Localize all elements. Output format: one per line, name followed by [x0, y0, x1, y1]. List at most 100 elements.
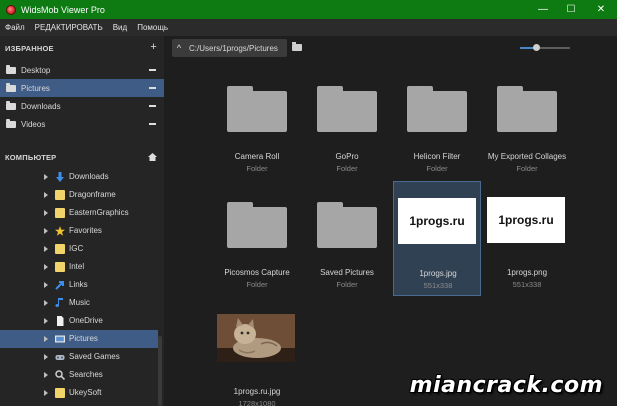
item-dimensions: 1728x1080: [238, 399, 276, 406]
menu-bar: Файл РЕДАКТИРОВАТЬ Вид Помощь: [0, 19, 617, 36]
folder-icon: [55, 208, 65, 218]
expand-arrow-icon[interactable]: [44, 336, 48, 342]
expand-arrow-icon[interactable]: [44, 246, 48, 252]
tree-item-label: IGC: [69, 244, 84, 253]
folder-tile-saved-pictures[interactable]: Saved Pictures Folder: [303, 196, 391, 312]
up-folder-button[interactable]: ^: [172, 39, 186, 57]
folder-icon: [407, 86, 467, 132]
favorite-item-videos[interactable]: Videos: [0, 115, 164, 133]
item-name: Camera Roll: [234, 152, 280, 161]
item-type: Folder: [246, 164, 268, 173]
folder-icon: [6, 118, 16, 128]
menu-file[interactable]: Файл: [5, 23, 25, 32]
tree-item-music[interactable]: Music: [0, 294, 158, 312]
home-icon[interactable]: [148, 153, 157, 161]
menu-edit[interactable]: РЕДАКТИРОВАТЬ: [35, 23, 103, 32]
expand-arrow-icon[interactable]: [44, 390, 48, 396]
zoom-slider[interactable]: [520, 44, 570, 51]
tree-item-searches[interactable]: Searches: [0, 366, 158, 384]
tree-item-onedrive[interactable]: OneDrive: [0, 312, 158, 330]
favorite-item-downloads[interactable]: Downloads: [0, 97, 164, 115]
folder-tile-helicon-filter[interactable]: Helicon Filter Folder: [393, 80, 481, 196]
add-favorite-button[interactable]: +: [150, 41, 157, 53]
menu-help[interactable]: Помощь: [137, 23, 168, 32]
maximize-button[interactable]: ☐: [557, 0, 585, 19]
title-bar: WidsMob Viewer Pro — ☐ ✕: [0, 0, 617, 19]
expand-arrow-icon[interactable]: [44, 282, 48, 288]
folder-icon: [227, 202, 287, 248]
sidebar: ИЗБРАННОЕ + Desktop Pictures Downloads V…: [0, 36, 164, 406]
expand-arrow-icon[interactable]: [44, 372, 48, 378]
close-button[interactable]: ✕: [585, 0, 617, 19]
favorite-item-pictures[interactable]: Pictures: [0, 79, 164, 97]
tree-item-label: Music: [69, 298, 90, 307]
item-name: 1progs.jpg: [419, 269, 457, 278]
expand-arrow-icon[interactable]: [44, 318, 48, 324]
browse-folder-icon[interactable]: [292, 42, 302, 51]
music-note-icon: [55, 298, 63, 308]
image-tile-1progs-ru-jpg[interactable]: 1progs.ru.jpg 1728x1080: [213, 306, 301, 406]
item-type: Folder: [336, 280, 358, 289]
remove-favorite-icon[interactable]: [149, 123, 156, 125]
tree-item-label: Pictures: [69, 334, 98, 343]
tree-item-saved-games[interactable]: Saved Games: [0, 348, 158, 366]
tree-item-dragonframe[interactable]: Dragonframe: [0, 186, 158, 204]
tree-item-links[interactable]: Links: [0, 276, 158, 294]
expand-arrow-icon[interactable]: [44, 192, 48, 198]
image-thumbnail: 1progs.ru: [398, 198, 476, 244]
tree-item-easterngraphics[interactable]: EasternGraphics: [0, 204, 158, 222]
folder-icon: [317, 86, 377, 132]
expand-arrow-icon[interactable]: [44, 174, 48, 180]
image-tile-1progs-jpg[interactable]: 1progs.ru 1progs.jpg 551x338: [393, 181, 481, 296]
tree-item-intel[interactable]: Intel: [0, 258, 158, 276]
expand-arrow-icon[interactable]: [44, 300, 48, 306]
toolbar: ^ C:/Users/1progs/Pictures: [164, 36, 617, 60]
tree-item-downloads[interactable]: Downloads: [0, 168, 158, 186]
expand-arrow-icon[interactable]: [44, 264, 48, 270]
folder-tile-gopro[interactable]: GoPro Folder: [303, 80, 391, 196]
item-name: Helicon Filter: [413, 152, 461, 161]
remove-favorite-icon[interactable]: [149, 87, 156, 89]
watermark-text: miancrack.com: [409, 373, 603, 398]
folder-icon: [6, 82, 16, 92]
cat-photo-thumbnail: [217, 314, 295, 362]
folder-tile-camera-roll[interactable]: Camera Roll Folder: [213, 80, 301, 196]
folder-tile-my-exported-collages[interactable]: My Exported Collages Folder: [483, 80, 571, 196]
star-icon: [55, 226, 65, 236]
sidebar-scrollbar[interactable]: [158, 336, 162, 406]
expand-arrow-icon[interactable]: [44, 210, 48, 216]
folder-tile-picosmos-capture[interactable]: Picosmos Capture Folder: [213, 196, 301, 312]
tree-item-label: UkeySoft: [69, 388, 102, 397]
item-type: Folder: [426, 164, 448, 173]
app-logo-icon: [6, 4, 16, 15]
search-icon: [55, 370, 65, 380]
image-tile-1progs-png[interactable]: 1progs.ru 1progs.png 551x338: [483, 181, 571, 297]
favorites-header: ИЗБРАННОЕ +: [0, 38, 164, 58]
item-dimensions: 551x338: [423, 281, 453, 290]
tree-item-igc[interactable]: IGC: [0, 240, 158, 258]
folder-icon: [55, 388, 65, 398]
favorite-label: Desktop: [21, 65, 51, 75]
item-type: Folder: [246, 280, 268, 289]
pictures-icon: [55, 335, 65, 343]
expand-arrow-icon[interactable]: [44, 354, 48, 360]
item-type: Folder: [336, 164, 358, 173]
minimize-button[interactable]: —: [529, 0, 557, 19]
tree-item-label: Searches: [69, 370, 103, 379]
folder-icon: [6, 100, 16, 110]
favorite-label: Downloads: [21, 101, 61, 111]
zoom-slider-handle[interactable]: [532, 44, 540, 51]
tree-item-favorites[interactable]: Favorites: [0, 222, 158, 240]
path-bar[interactable]: ^ C:/Users/1progs/Pictures: [172, 39, 287, 57]
tree-item-label: Downloads: [69, 172, 109, 181]
menu-view[interactable]: Вид: [113, 23, 127, 32]
tree-item-ukeysoft[interactable]: UkeySoft: [0, 384, 158, 402]
favorite-item-desktop[interactable]: Desktop: [0, 61, 164, 79]
remove-favorite-icon[interactable]: [149, 69, 156, 71]
remove-favorite-icon[interactable]: [149, 105, 156, 107]
tree-item-label: EasternGraphics: [69, 208, 129, 217]
tree-item-pictures[interactable]: Pictures: [0, 330, 158, 348]
expand-arrow-icon[interactable]: [44, 228, 48, 234]
item-name: Picosmos Capture: [224, 268, 290, 277]
computer-header-label: КОМПЬЮТЕР: [5, 152, 57, 162]
